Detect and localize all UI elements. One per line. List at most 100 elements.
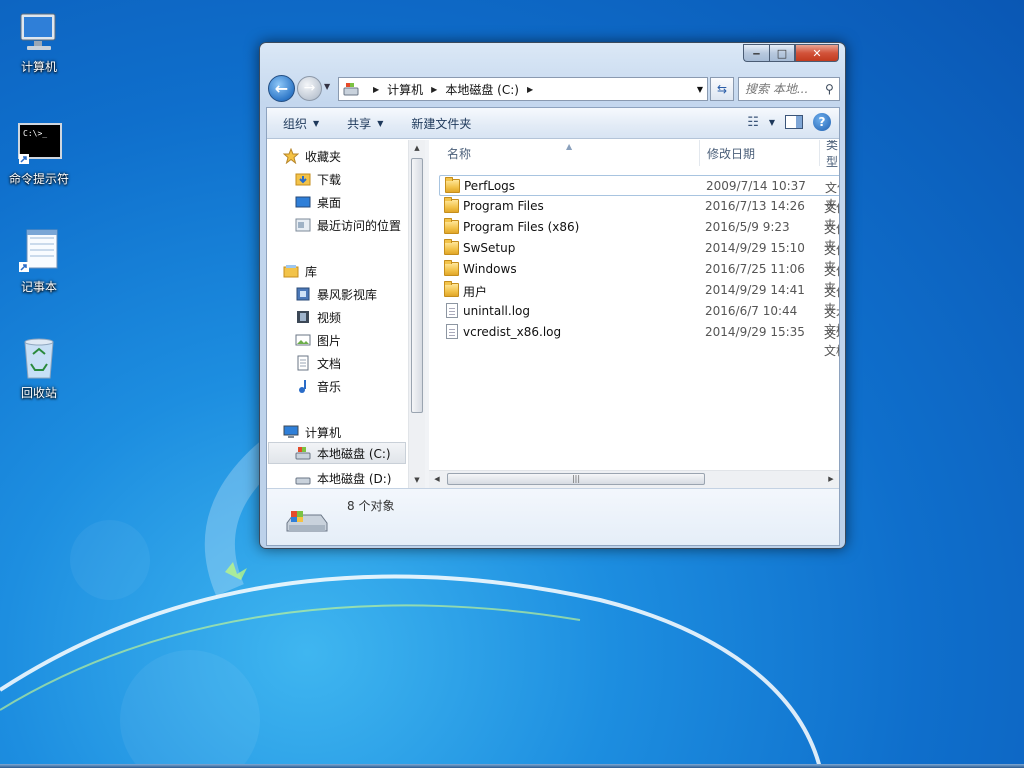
- nav-label: 本地磁盘 (D:): [317, 471, 392, 486]
- file-row-unintall-log[interactable]: unintall.log 2016/6/7 10:44 文本文档: [439, 301, 839, 337]
- desktop-icon-label: 计算机: [20, 60, 57, 74]
- nav-storm-library[interactable]: 暴风影视库: [295, 283, 377, 305]
- nav-drive-d[interactable]: 本地磁盘 (D:): [295, 467, 391, 488]
- column-separator[interactable]: [699, 140, 700, 166]
- breadcrumb-separator[interactable]: ▶: [431, 85, 437, 94]
- nav-label: 下载: [317, 172, 342, 187]
- address-dropdown[interactable]: ▼: [697, 85, 703, 94]
- desktop-icon-recycle-bin[interactable]: 回收站: [0, 334, 78, 400]
- recent-pages-dropdown[interactable]: ▼: [324, 82, 330, 91]
- explorer-window[interactable]: ‒ □ ✕ ← → ▼ ▶ 计算机 ▶ 本地磁盘 (C:) ▶ ▼ ⇆ ⚲ 组织…: [259, 42, 846, 549]
- downloads-folder-icon: [295, 171, 311, 187]
- file-name: 用户: [463, 285, 488, 299]
- nav-libraries[interactable]: 库: [283, 260, 317, 282]
- refresh-button[interactable]: ⇆: [710, 77, 734, 101]
- help-icon[interactable]: ?: [813, 113, 831, 131]
- preview-pane-icon[interactable]: [785, 115, 803, 129]
- scroll-left-button[interactable]: ◀: [429, 471, 445, 488]
- scroll-thumb[interactable]: [411, 158, 423, 413]
- file-name: unintall.log: [463, 304, 530, 318]
- view-options-icon[interactable]: ☷: [747, 115, 759, 130]
- chevron-down-icon[interactable]: ▼: [769, 118, 775, 127]
- close-button[interactable]: ✕: [795, 44, 839, 62]
- forward-button[interactable]: →: [297, 76, 322, 101]
- toolbar-right: ☷ ▼ ?: [737, 113, 831, 131]
- desktop-icon-computer[interactable]: 计算机: [0, 8, 78, 74]
- share-label: 共享: [347, 116, 372, 131]
- caption-buttons: ‒ □ ✕: [743, 44, 839, 62]
- search-box[interactable]: ⚲: [738, 77, 840, 101]
- file-list-hscrollbar[interactable]: ◀ ||| ▶: [429, 470, 839, 488]
- nav-downloads[interactable]: 下载: [295, 168, 341, 190]
- nav-recent[interactable]: 最近访问的位置: [295, 214, 401, 236]
- documents-icon: [295, 355, 311, 371]
- file-row-windows[interactable]: Windows 2016/7/25 11:06 文件夹: [439, 259, 839, 295]
- new-folder-button[interactable]: 新建文件夹: [411, 115, 471, 132]
- search-icon[interactable]: ⚲: [825, 82, 834, 96]
- nav-pane-scrollbar[interactable]: ▲ ▼: [408, 140, 425, 488]
- details-pane: 8 个对象: [267, 488, 839, 545]
- file-name: PerfLogs: [464, 179, 516, 193]
- share-button[interactable]: 共享 ▼: [347, 115, 383, 132]
- column-separator[interactable]: [819, 140, 820, 166]
- drive-icon: [343, 82, 359, 96]
- breadcrumb-separator[interactable]: ▶: [373, 85, 379, 94]
- nav-favorites[interactable]: 收藏夹: [282, 145, 342, 167]
- file-date: 2016/6/7 10:44: [705, 304, 798, 318]
- back-button[interactable]: ←: [268, 75, 295, 102]
- nav-drive-c[interactable]: 本地磁盘 (C:): [268, 442, 406, 464]
- column-header-type[interactable]: 类型: [826, 140, 839, 169]
- media-library-icon: [295, 286, 311, 302]
- navigation-bar: ← → ▼ ▶ 计算机 ▶ 本地磁盘 (C:) ▶ ▼ ⇆ ⚲: [266, 73, 840, 103]
- nav-desktop[interactable]: 桌面: [295, 191, 341, 213]
- minimize-button[interactable]: ‒: [743, 44, 769, 62]
- file-date: 2016/5/9 9:23: [705, 220, 790, 234]
- address-bar[interactable]: ▶ 计算机 ▶ 本地磁盘 (C:) ▶ ▼: [338, 77, 708, 101]
- music-icon: [295, 378, 311, 394]
- video-icon: [295, 309, 311, 325]
- file-row-program-files[interactable]: Program Files 2016/7/13 14:26 文件夹: [439, 196, 839, 232]
- chevron-down-icon: ▼: [313, 118, 320, 128]
- breadcrumb-drive-c[interactable]: 本地磁盘 (C:): [445, 81, 519, 98]
- column-header-name[interactable]: 名称: [447, 140, 471, 166]
- file-row-program-files-x86[interactable]: Program Files (x86) 2016/5/9 9:23 文件夹: [439, 217, 839, 253]
- recent-places-icon: [295, 217, 311, 233]
- breadcrumb-computer[interactable]: 计算机: [387, 81, 423, 98]
- search-input[interactable]: [745, 82, 823, 96]
- breadcrumb-separator[interactable]: ▶: [527, 85, 533, 94]
- text-file-icon: [446, 303, 458, 318]
- scroll-down-button[interactable]: ▼: [409, 472, 425, 488]
- nav-label: 库: [305, 264, 318, 279]
- nav-label: 收藏夹: [305, 149, 342, 164]
- scroll-thumb[interactable]: |||: [447, 473, 705, 485]
- nav-music[interactable]: 音乐: [295, 375, 341, 397]
- nav-documents[interactable]: 文档: [295, 352, 341, 374]
- file-row-perflogs[interactable]: PerfLogs 2009/7/14 10:37 文件夹: [439, 175, 839, 212]
- desktop-icon: [295, 194, 311, 210]
- folder-icon: [444, 218, 459, 234]
- file-date: 2014/9/29 15:10: [705, 241, 805, 255]
- nav-label: 图片: [317, 333, 342, 348]
- arrow-right-icon: →: [303, 80, 316, 96]
- scroll-up-button[interactable]: ▲: [409, 140, 425, 156]
- scroll-right-button[interactable]: ▶: [823, 471, 839, 488]
- arrow-left-icon: ←: [274, 79, 289, 98]
- maximize-button[interactable]: □: [769, 44, 795, 62]
- nav-pictures[interactable]: 图片: [295, 329, 341, 351]
- desktop-icon-cmd[interactable]: C:\>_ 命令提示符: [0, 120, 78, 186]
- file-row-swsetup[interactable]: SwSetup 2014/9/29 15:10 文件夹: [439, 238, 839, 274]
- file-name: SwSetup: [463, 241, 516, 255]
- file-row-users[interactable]: 用户 2014/9/29 14:41 文件夹: [439, 280, 839, 316]
- column-header-modified[interactable]: 修改日期: [707, 140, 755, 166]
- file-row-vcredist-log[interactable]: vcredist_x86.log 2014/9/29 15:35 文本文档: [439, 322, 839, 358]
- organize-button[interactable]: 组织 ▼: [283, 115, 319, 132]
- nav-label: 音乐: [317, 379, 342, 394]
- nav-computer[interactable]: 计算机: [283, 421, 341, 443]
- nav-videos[interactable]: 视频: [295, 306, 341, 328]
- file-date: 2014/9/29 15:35: [705, 325, 805, 339]
- file-list: ▲ 名称 修改日期 类型 PerfLogs 2009/7/14 10:37 文件…: [429, 140, 839, 470]
- file-name: Windows: [463, 262, 517, 276]
- desktop-icon-notepad[interactable]: 记事本: [0, 228, 78, 294]
- nav-label: 视频: [317, 310, 342, 325]
- desktop-icon-label: 回收站: [20, 386, 57, 400]
